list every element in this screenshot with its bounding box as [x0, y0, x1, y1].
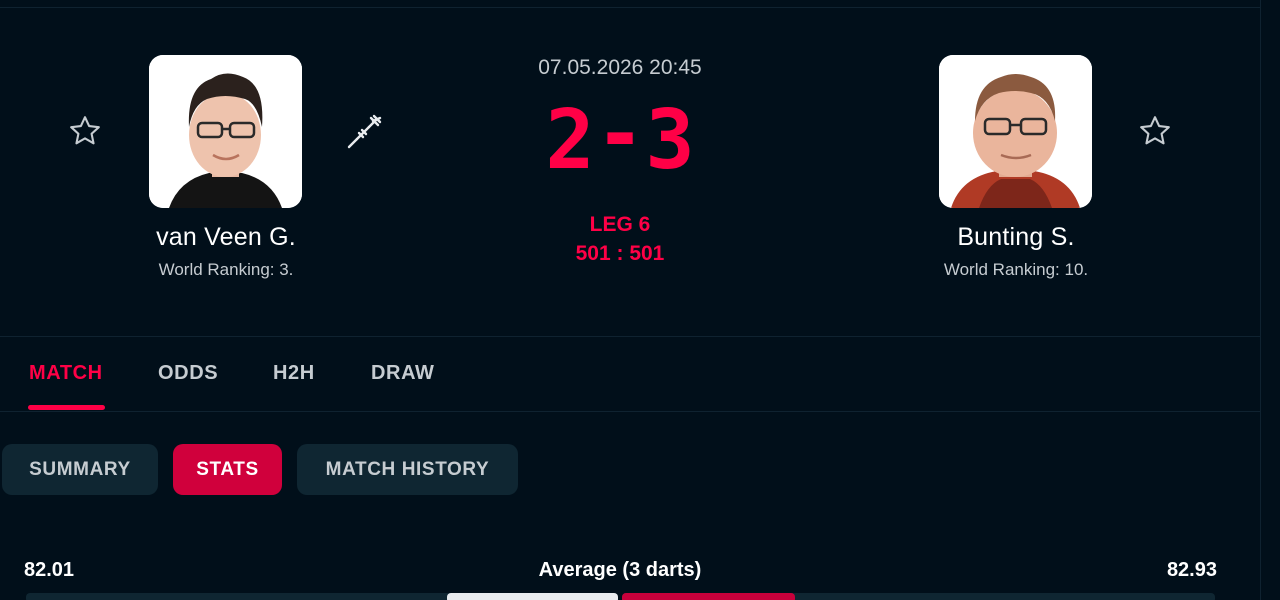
home-player-name[interactable]: van Veen G. — [96, 223, 356, 252]
current-leg: LEG 6 — [589, 213, 651, 236]
home-score: 2 — [545, 96, 594, 186]
subtab-summary[interactable]: SUMMARY — [2, 444, 158, 495]
home-player-photo[interactable] — [149, 55, 302, 208]
serving-dart-icon — [344, 112, 384, 152]
stat-away-value: 82.93 — [1166, 559, 1217, 581]
away-player-ranking: World Ranking: 10. — [943, 260, 1089, 279]
stat-home-bar-fill — [447, 593, 618, 600]
match-score: 2 - 3 — [470, 96, 770, 186]
subtab-stats[interactable]: STATS — [173, 444, 282, 495]
score-separator: - — [595, 96, 644, 182]
home-player-ranking: World Ranking: 3. — [158, 260, 294, 279]
away-player-name[interactable]: Bunting S. — [886, 223, 1146, 252]
active-tab-indicator — [28, 405, 105, 410]
stat-home-value: 82.01 — [24, 559, 75, 581]
match-detail-page: van Veen G. World Ranking: 3. 07.05.2026… — [0, 0, 1280, 600]
home-favorite-star-icon[interactable] — [67, 113, 103, 149]
away-score: 3 — [645, 96, 694, 186]
leg-score: 501 : 501 — [575, 242, 665, 265]
score-digits: 2 - 3 — [545, 96, 694, 186]
home-player-avatar-icon — [149, 55, 302, 208]
right-scroll-edge — [1260, 0, 1261, 600]
tab-draw[interactable]: DRAW — [371, 362, 435, 385]
away-favorite-star-icon[interactable] — [1137, 113, 1173, 149]
stat-label: Average (3 darts) — [538, 559, 702, 581]
tab-h2h[interactable]: H2H — [273, 362, 315, 385]
tab-match[interactable]: MATCH — [29, 362, 103, 385]
header-divider — [0, 336, 1260, 337]
away-player-avatar-icon — [939, 55, 1092, 208]
subtab-match-history[interactable]: MATCH HISTORY — [297, 444, 518, 495]
away-player-photo[interactable] — [939, 55, 1092, 208]
tab-odds[interactable]: ODDS — [158, 362, 218, 385]
stat-away-bar-fill — [622, 593, 795, 600]
match-datetime: 07.05.2026 20:45 — [538, 56, 702, 79]
top-divider — [0, 7, 1260, 8]
tabs-divider — [0, 411, 1260, 412]
